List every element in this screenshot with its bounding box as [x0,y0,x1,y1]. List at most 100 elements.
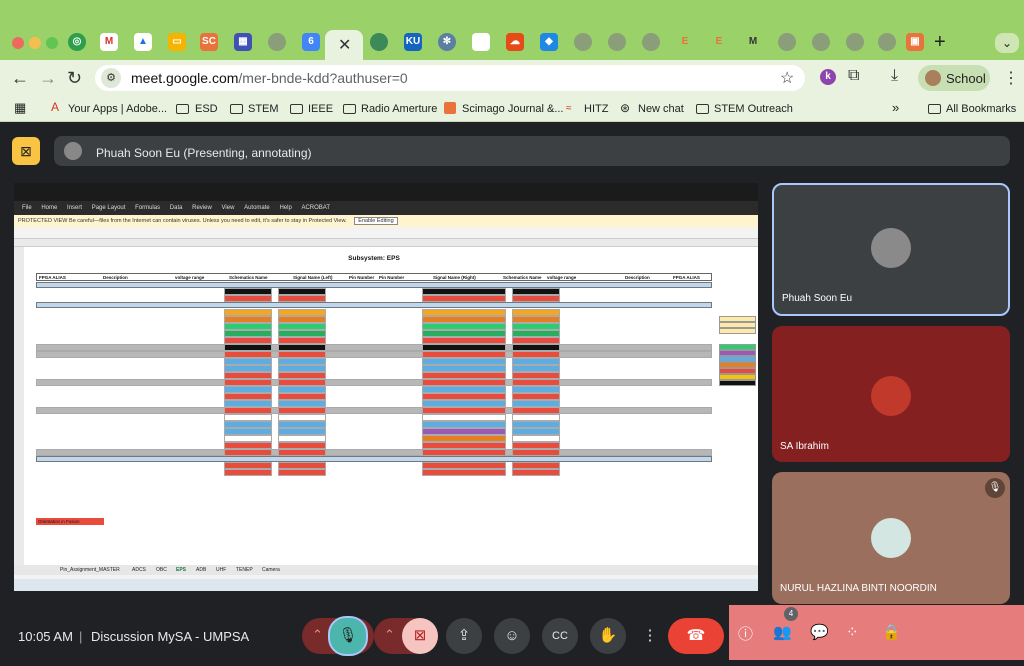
site-info-icon[interactable]: ⚙ [101,68,121,88]
back-arrow-icon[interactable]: ← [11,68,29,89]
column-headers [14,239,758,247]
browser-menu-icon[interactable]: ⋮ [1003,68,1019,88]
tab-icon-generic[interactable] [608,33,626,51]
tab-icon-generic[interactable] [846,33,864,51]
table-row [36,449,712,456]
tab-icon-e[interactable]: E [676,33,694,51]
profile-avatar [925,70,941,86]
excel-menu-review: Review [192,205,212,211]
bookmark-adobe[interactable]: Your Apps | Adobe... [68,103,167,115]
present-screen-button[interactable]: ⇪ [446,618,482,654]
bookmark-ieee[interactable]: IEEE [308,103,333,115]
tab-icon-chrome[interactable] [370,33,388,51]
tab-icon-generic[interactable] [642,33,660,51]
tab-icon-diamond[interactable]: ◆ [540,33,558,51]
extension-k-icon[interactable]: k [820,69,836,85]
close-window-dot[interactable] [12,37,24,49]
minimize-window-dot[interactable] [29,37,41,49]
tab-icon-slides[interactable]: ▭ [168,33,186,51]
reload-icon[interactable]: ↻ [67,68,82,89]
tab-icon-generic[interactable] [878,33,896,51]
table-row [36,351,712,358]
mic-off-button[interactable]: 🎙 [328,616,368,656]
sheet-tab: ADB [196,567,207,573]
end-call-button[interactable]: ☎ [668,618,724,654]
tab-icon-calendar[interactable]: 6 [302,33,320,51]
tab-search-chevron-icon[interactable]: ⌄ [995,33,1019,53]
chat-icon[interactable]: 💬 [810,623,829,641]
camera-options-chevron-icon[interactable]: ⌃ [384,627,395,643]
captions-button[interactable]: CC [542,618,578,654]
tab-icon-drive[interactable]: ▲ [134,33,152,51]
table-row [36,358,712,365]
table-row [36,435,712,442]
tab-icon-e[interactable]: E [710,33,728,51]
participant-tile[interactable]: 🎙 NURUL HAZLINA BINTI NOORDIN [772,472,1010,604]
extensions-puzzle-icon[interactable]: ⧉ [848,67,859,85]
excel-menu-file: File [22,205,32,211]
more-options-icon[interactable]: ⋮ [638,618,662,654]
bookmark-star-icon[interactable]: ☆ [780,68,794,88]
bookmark-stem-outreach[interactable]: STEM Outreach [714,103,793,115]
tab-icon-forms[interactable]: ▦ [234,33,252,51]
tab-icon-bag[interactable]: ▣ [906,33,924,51]
table-row [36,330,712,337]
tab-icon-ku[interactable]: KU [404,33,422,51]
bookmark-scimago[interactable]: Scimago Journal &... [462,103,564,115]
bookmark-esd[interactable]: ESD [195,103,218,115]
bookmark-radio[interactable]: Radio Amerture [361,103,437,115]
meeting-info-icon[interactable]: ⓘ [738,623,753,644]
sheet-tab: ADCS [132,567,146,573]
host-controls-lock-icon[interactable]: 🔒 [882,623,901,641]
table-row [36,407,712,414]
bookmark-stem[interactable]: STEM [248,103,279,115]
header-pin-right: Pin Number [379,275,405,280]
url-text[interactable]: meet.google.com/mer-bnde-kdd?authuser=0 [131,70,408,86]
meeting-time: 10:05 AM [18,629,73,644]
tab-icon-cloud[interactable]: ☁ [506,33,524,51]
sheet-tab-active: EPS [176,567,187,573]
tab-icon-gmail[interactable]: M [100,33,118,51]
table-header-row: FPGA ALIAS Description voltage range Sch… [36,273,712,281]
tab-icon-generic[interactable] [574,33,592,51]
tab-icon-page[interactable] [472,33,490,51]
tab-icon-whatsapp[interactable]: ◎ [68,33,86,51]
folder-icon [230,104,243,114]
apps-grid-icon[interactable]: ▦ [14,100,26,116]
download-icon[interactable]: ⤓ [891,67,898,85]
tab-icon-generic[interactable] [268,33,286,51]
tab-icon-gear[interactable]: ✻ [438,33,456,51]
participant-tile[interactable]: SA Ibrahim [772,326,1010,462]
presentation-icon[interactable]: ⊠ [12,137,40,165]
bookmark-all[interactable]: All Bookmarks [946,103,1016,115]
table-row [36,323,712,330]
table-row [36,421,712,428]
people-icon[interactable]: 👥 [773,623,792,641]
emoji-button[interactable]: ☺ [494,618,530,654]
participant-tile[interactable]: Phuah Soon Eu [772,183,1010,316]
new-tab-button[interactable]: + [934,31,946,54]
forward-arrow-icon[interactable]: → [39,68,57,89]
maximize-window-dot[interactable] [46,37,58,49]
formula-bar [14,227,758,239]
tab-icon-sc[interactable]: SC [200,33,218,51]
tab-icon-generic[interactable] [812,33,830,51]
excel-menu-page-layout: Page Layout [91,205,126,211]
participant-avatar [871,376,911,416]
header-voltage-left: voltage range [175,275,205,280]
activities-icon[interactable]: ⁘ [846,623,859,641]
tab-icon-mi[interactable]: M [744,33,762,51]
camera-off-button[interactable]: ⊠ [402,618,438,654]
raise-hand-button[interactable]: ✋ [590,618,626,654]
mic-options-chevron-icon[interactable]: ⌃ [312,627,323,643]
bookmark-new-chat[interactable]: New chat [638,103,684,115]
tab-close-icon[interactable]: ✕ [338,35,351,55]
participant-name: SA Ibrahim [780,441,829,452]
bookmark-hitz[interactable]: HITZ [584,103,608,115]
sheet-title: Subsystem: EPS [348,255,400,262]
row-numbers [14,247,24,565]
orientation-label: Orientation in Fusion [36,518,104,525]
more-bookmarks-chevron-icon[interactable]: » [892,100,899,115]
header-description-left: Description [103,275,128,280]
tab-icon-generic[interactable] [778,33,796,51]
